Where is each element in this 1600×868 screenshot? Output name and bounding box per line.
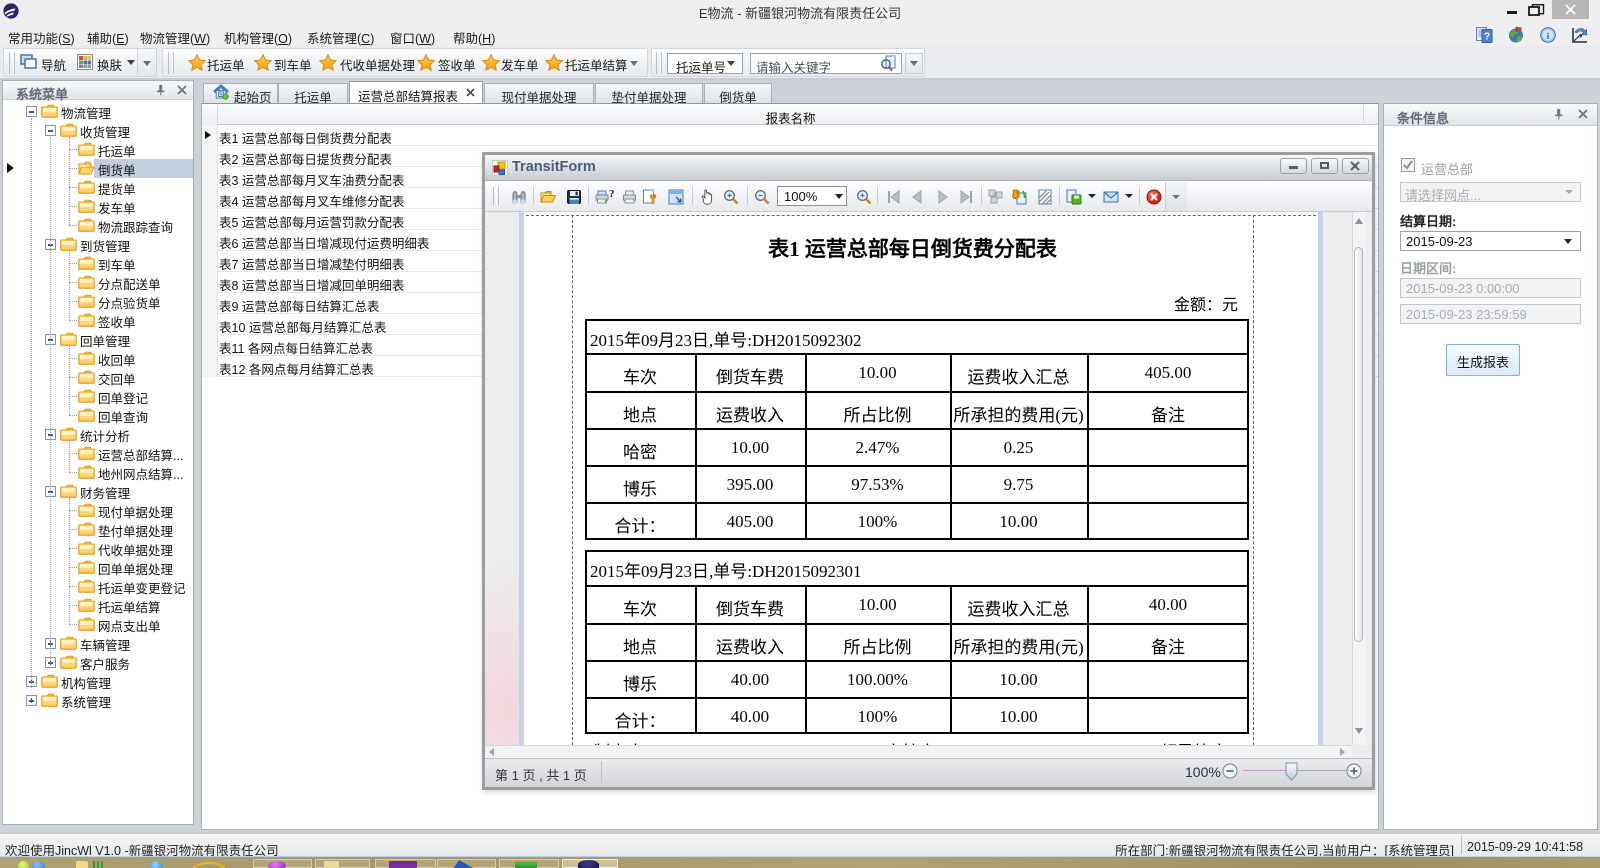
- svg-text:i: i: [1547, 32, 1550, 42]
- svg-text:?: ?: [609, 188, 615, 200]
- svg-text:?: ?: [1484, 32, 1490, 43]
